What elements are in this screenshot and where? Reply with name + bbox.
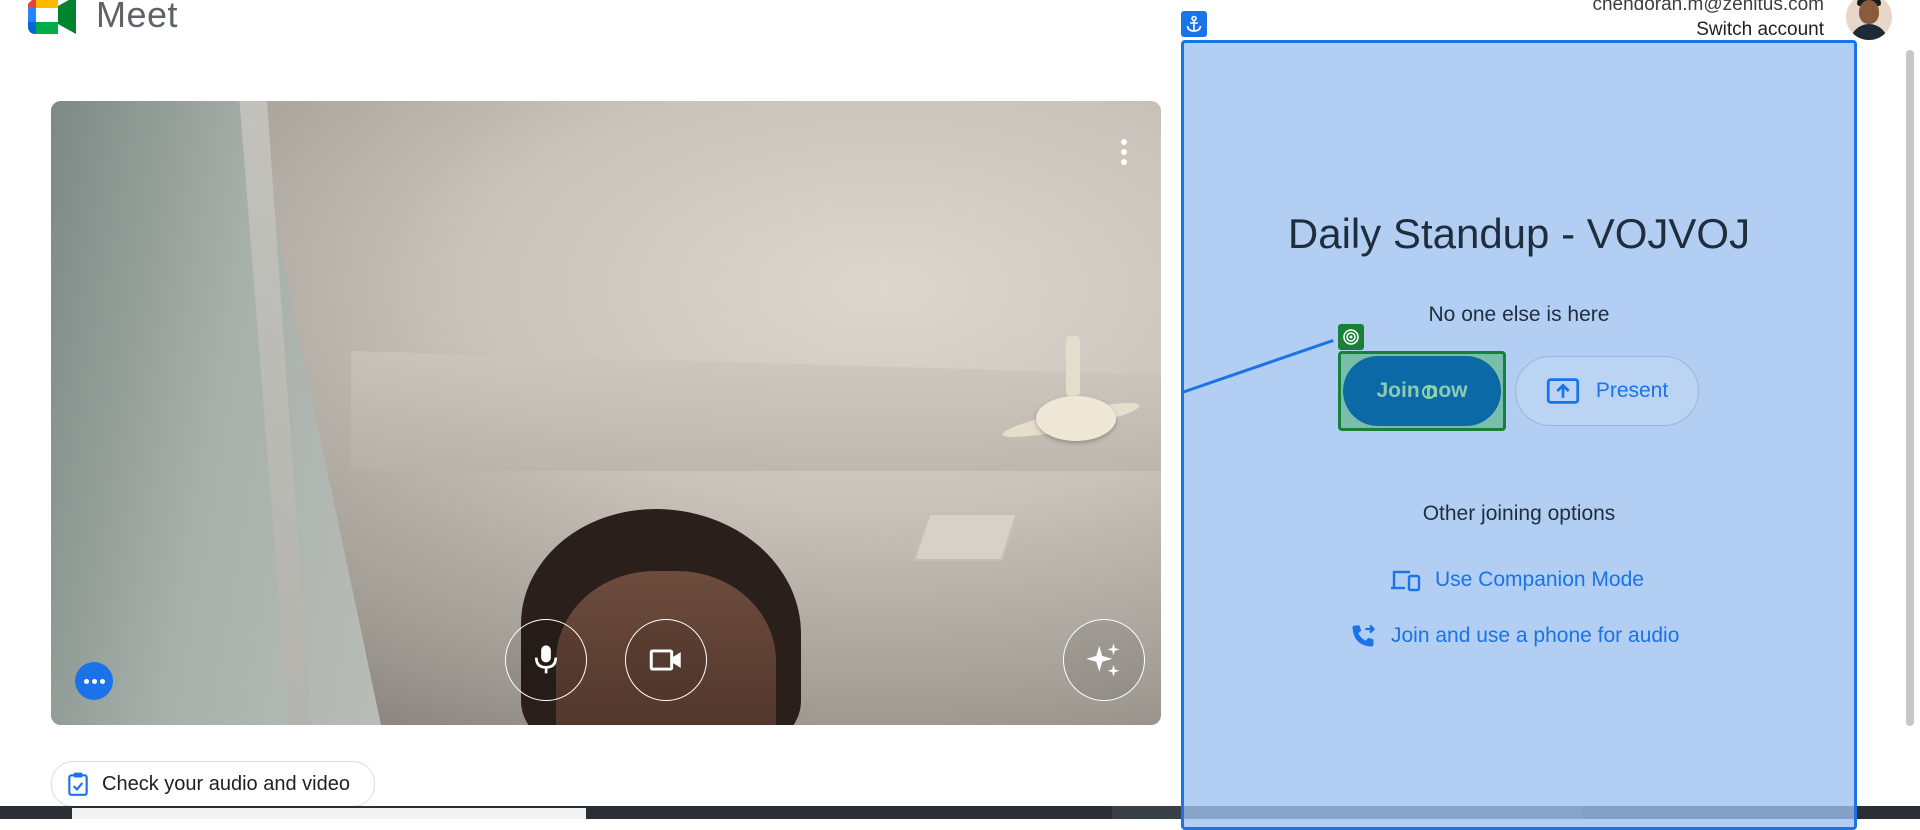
companion-mode-label: Use Companion Mode <box>1435 568 1644 591</box>
cursor-marker <box>1422 385 1436 399</box>
sparkle-icon <box>1086 643 1120 677</box>
avatar-shirt <box>1850 24 1888 40</box>
meeting-title: Daily Standup - VOJVOJ <box>1287 210 1751 257</box>
present-label: Present <box>1595 379 1669 402</box>
more-horiz-icon <box>83 678 89 684</box>
clipboard-check-icon <box>68 772 88 796</box>
avatar[interactable] <box>1846 0 1892 40</box>
more-vert-icon <box>1121 149 1127 155</box>
more-vert-icon <box>1121 159 1127 165</box>
meet-logo[interactable]: Meet <box>28 0 178 36</box>
page-scrollbar[interactable] <box>1906 50 1914 726</box>
phone-forwarded-icon <box>1352 624 1376 647</box>
devices-icon <box>1391 570 1421 592</box>
more-vert-icon <box>1121 139 1127 145</box>
mic-icon <box>534 645 558 674</box>
microphone-button[interactable] <box>505 619 587 701</box>
preview-vent <box>913 513 1018 561</box>
taskbar-search[interactable] <box>72 808 586 819</box>
other-options-heading: Other joining options <box>1422 502 1616 525</box>
more-vert-icon[interactable] <box>1117 139 1131 167</box>
account-info: chendoran.m@zenitus.com Switch account <box>1592 0 1824 42</box>
camera-button[interactable] <box>625 619 707 701</box>
more-horiz-icon <box>99 678 105 684</box>
preview-ceiling-fan <box>1000 336 1142 461</box>
join-now-button[interactable]: Join now <box>1343 356 1501 426</box>
more-horiz-icon[interactable] <box>75 662 113 700</box>
avatar-head <box>1859 0 1879 24</box>
participants-status: No one else is here <box>1428 303 1610 326</box>
preview-ceiling-fan <box>1036 396 1116 441</box>
present-to-all-icon <box>1546 378 1579 404</box>
switch-account-link[interactable]: Switch account <box>1592 17 1824 42</box>
more-horiz-icon <box>91 678 97 684</box>
preview-ceiling-fan <box>1066 336 1080 396</box>
check-audio-video-button[interactable]: Check your audio and video <box>51 761 375 807</box>
camera-preview <box>51 101 1161 725</box>
phone-audio-label: Join and use a phone for audio <box>1391 624 1680 647</box>
app-name: Meet <box>96 0 179 35</box>
present-button[interactable]: Present <box>1515 356 1699 426</box>
join-panel <box>1181 40 1857 830</box>
videocam-icon <box>649 649 681 671</box>
anchor-icon <box>1181 11 1207 37</box>
target-icon <box>1338 324 1364 350</box>
meet-logo-icon <box>28 0 78 34</box>
preview-background <box>51 101 381 725</box>
phone-audio-link[interactable]: Join and use a phone for audio <box>1349 622 1679 650</box>
companion-mode-link[interactable]: Use Companion Mode <box>1391 568 1644 592</box>
account-email: chendoran.m@zenitus.com <box>1592 0 1824 15</box>
visual-effects-button[interactable] <box>1063 619 1145 701</box>
check-audio-label: Check your audio and video <box>102 772 350 795</box>
